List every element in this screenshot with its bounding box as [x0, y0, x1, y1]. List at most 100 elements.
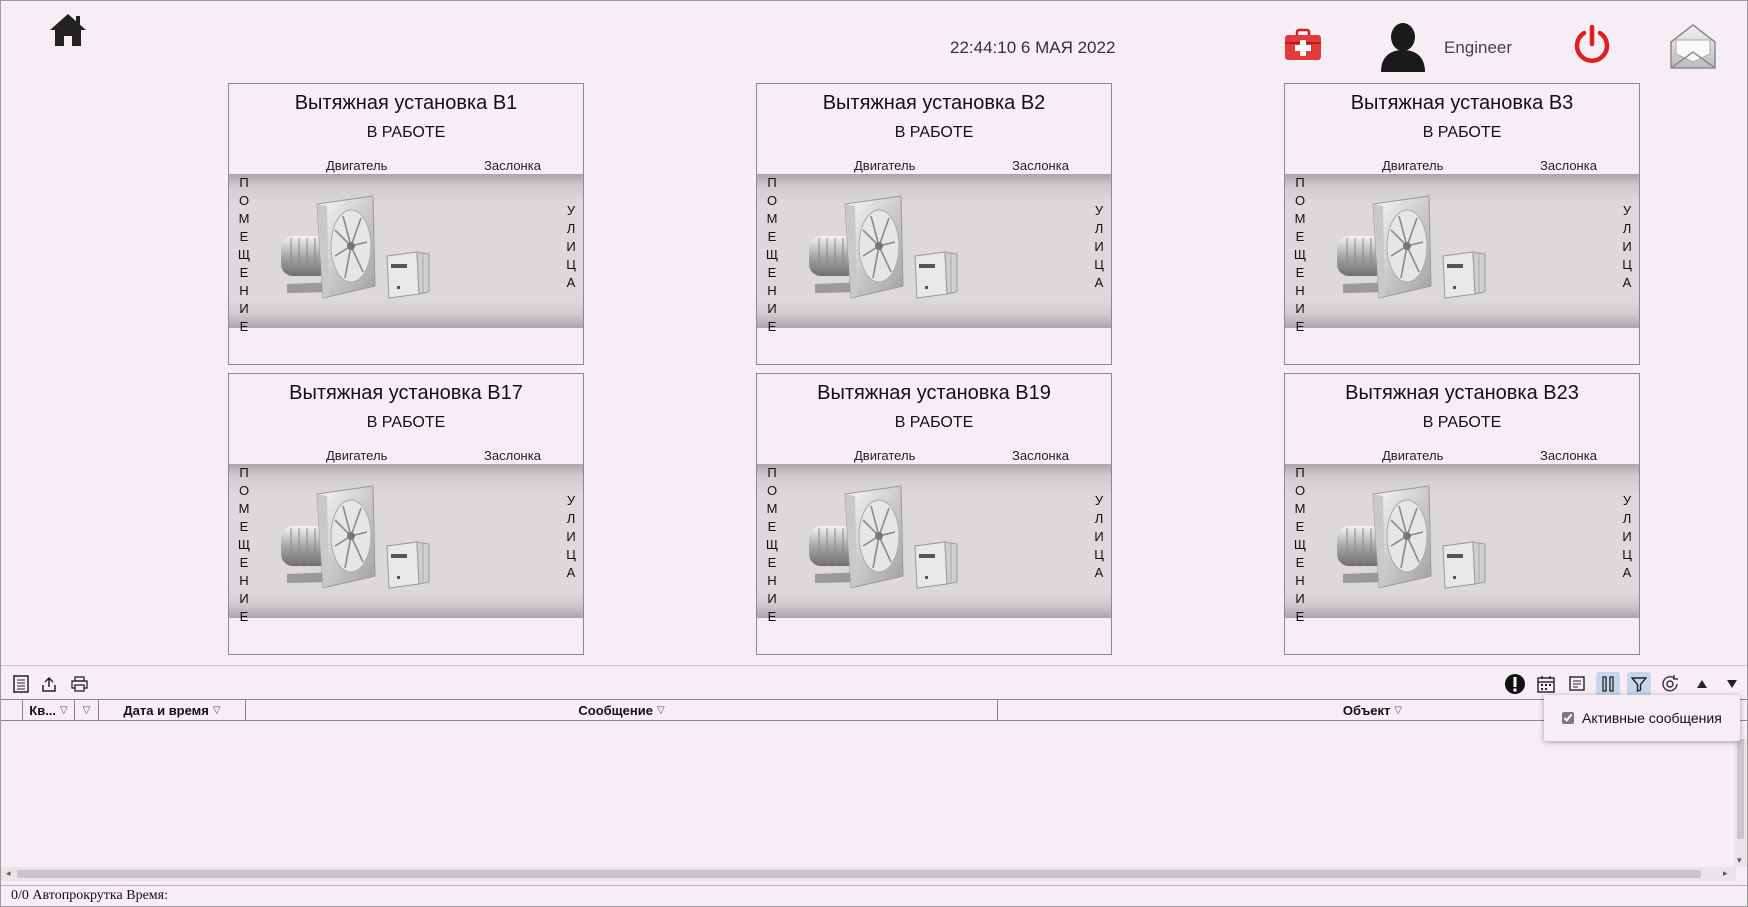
room-letter: Е: [767, 319, 777, 334]
calendar-icon: [1537, 676, 1555, 693]
details-button[interactable]: [1565, 672, 1589, 696]
unit-status: В РАБОТЕ: [1422, 414, 1502, 431]
room-letter: Н: [1295, 283, 1305, 298]
street-letter: И: [1622, 529, 1632, 544]
home-button[interactable]: [48, 12, 88, 48]
select-column[interactable]: [1, 700, 23, 720]
damper-label: Заслонка: [1540, 158, 1597, 173]
room-letter: П: [1295, 175, 1305, 190]
scroll-down-arrow-icon[interactable]: ▾: [1737, 855, 1742, 866]
column-filter-icon[interactable]: ▽: [83, 705, 91, 716]
unit-card-6[interactable]: Вытяжная установка В23 В РАБОТЕ Двигател…: [1284, 373, 1640, 655]
scroll-down-button[interactable]: [1720, 672, 1744, 696]
room-letter: П: [767, 175, 777, 190]
unit-card-4[interactable]: Вытяжная установка В17 В РАБОТЕ Двигател…: [228, 373, 584, 655]
room-letter: И: [767, 301, 777, 316]
power-icon: [1574, 24, 1610, 63]
room-letter: Н: [1295, 573, 1305, 588]
unit-card-3[interactable]: Вытяжная установка В3 В РАБОТЕ Двигатель…: [1284, 83, 1640, 365]
mail-button[interactable]: [1668, 22, 1718, 72]
pause-icon: [1602, 676, 1614, 692]
scroll-up-button[interactable]: [1690, 672, 1714, 696]
room-letter: Н: [239, 573, 249, 588]
medkit-button[interactable]: [1283, 28, 1323, 62]
room-letter: Н: [767, 283, 777, 298]
room-letter: Е: [1295, 229, 1305, 244]
document-list-icon: [13, 675, 29, 693]
motor-label: Двигатель: [1382, 158, 1444, 173]
street-label: УЛИЦА: [1092, 492, 1106, 582]
current-datetime: 22:44:10 6 МАЯ 2022: [950, 38, 1116, 57]
unit-status: В РАБОТЕ: [1422, 124, 1502, 141]
journal-list-button[interactable]: [9, 672, 33, 696]
street-letter: Ц: [566, 257, 576, 272]
export-button[interactable]: [37, 672, 61, 696]
print-icon: [70, 676, 88, 692]
street-letter: И: [1622, 239, 1632, 254]
fan-icon: [1337, 485, 1486, 589]
active-messages-checkbox[interactable]: [1562, 712, 1574, 724]
vertical-scroll-thumb[interactable]: [1737, 739, 1744, 839]
column-filter[interactable]: ▽: [75, 700, 99, 720]
street-letter: И: [1094, 239, 1104, 254]
filter-button[interactable]: [1627, 672, 1651, 696]
street-label: УЛИЦА: [564, 492, 578, 582]
duct-section: ПОМЕЩЕНИЕ УЛИЦА: [1285, 464, 1639, 624]
room-letter: Е: [1295, 555, 1305, 570]
duct-section: ПОМЕЩЕНИЕ УЛИЦА: [229, 464, 583, 624]
fan-icon: [809, 195, 958, 299]
unit-card-2[interactable]: Вытяжная установка В2 В РАБОТЕ Двигатель…: [756, 83, 1112, 365]
print-button[interactable]: [67, 672, 91, 696]
column-ack[interactable]: Кв... ▽: [23, 700, 75, 720]
room-letter: Е: [767, 609, 777, 624]
street-letter: Ц: [566, 547, 576, 562]
room-letter: Е: [1295, 609, 1305, 624]
room-letter: П: [767, 465, 777, 480]
pause-button[interactable]: [1596, 672, 1620, 696]
alarm-button[interactable]: [1503, 672, 1527, 696]
street-letter: У: [1622, 493, 1632, 508]
room-letter: М: [1294, 211, 1306, 226]
scroll-right-arrow-icon[interactable]: ▸: [1723, 868, 1728, 879]
damper-label: Заслонка: [1540, 448, 1597, 463]
column-filter-icon[interactable]: ▽: [213, 705, 221, 716]
column-message[interactable]: Сообщение ▽: [246, 700, 998, 720]
user-avatar[interactable]: [1377, 20, 1429, 72]
column-datetime[interactable]: Дата и время ▽: [99, 700, 246, 720]
unit-title: Вытяжная установка В1: [294, 92, 518, 114]
street-letter: И: [566, 529, 576, 544]
room-letter: О: [238, 193, 250, 208]
motor-label: Двигатель: [854, 158, 916, 173]
scroll-left-arrow-icon[interactable]: ◂: [6, 868, 11, 879]
room-letter: О: [766, 193, 778, 208]
street-label: УЛИЦА: [1092, 202, 1106, 292]
street-letter: У: [1094, 203, 1104, 218]
street-label: УЛИЦА: [1620, 202, 1634, 292]
room-letter: М: [1294, 501, 1306, 516]
active-messages-label[interactable]: Активные сообщения: [1582, 710, 1722, 726]
column-filter-icon[interactable]: ▽: [657, 705, 665, 716]
mail-icon: [1670, 24, 1716, 69]
room-label: ПОМЕЩЕНИЕ: [765, 174, 779, 336]
column-filter-icon[interactable]: ▽: [1394, 705, 1402, 716]
unit-card-5[interactable]: Вытяжная установка В19 В РАБОТЕ Двигател…: [756, 373, 1112, 655]
column-filter-icon[interactable]: ▽: [60, 705, 68, 716]
room-letter: М: [766, 501, 778, 516]
damper-label: Заслонка: [1012, 448, 1069, 463]
street-letter: И: [566, 239, 576, 254]
street-letter: Ц: [1622, 547, 1632, 562]
room-letter: О: [1294, 483, 1306, 498]
power-button[interactable]: [1572, 24, 1612, 66]
room-letter: О: [1294, 193, 1306, 208]
street-letter: Ц: [1094, 547, 1104, 562]
motor-label: Двигатель: [326, 448, 388, 463]
horizontal-scrollbar[interactable]: ◂ ▸: [1, 867, 1736, 881]
calendar-button[interactable]: [1534, 672, 1558, 696]
unit-status: В РАБОТЕ: [894, 414, 974, 431]
room-letter: Щ: [237, 537, 251, 552]
vertical-scrollbar[interactable]: ▾: [1734, 739, 1747, 867]
damper-label: Заслонка: [1012, 158, 1069, 173]
unit-card-1[interactable]: Вытяжная установка В1 В РАБОТЕ Двигатель…: [228, 83, 584, 365]
refresh-settings-button[interactable]: [1658, 672, 1682, 696]
horizontal-scroll-thumb[interactable]: [17, 870, 1701, 878]
